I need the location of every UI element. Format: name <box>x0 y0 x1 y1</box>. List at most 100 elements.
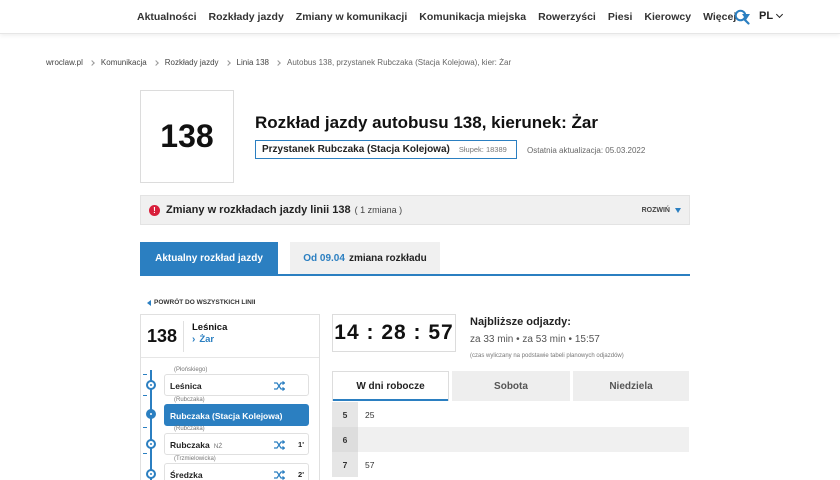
stop-name: Przystanek Rubczaka (Stacja Kolejowa) <box>262 144 450 155</box>
warning-icon: ! <box>149 204 160 216</box>
route-panel: 138 Leśnica › Żar (Płońskiego) Leśnica (R… <box>140 314 320 480</box>
nav-item-komunikacja-miejska[interactable]: Komunikacja miejska <box>419 11 526 23</box>
breadcrumb-item-home[interactable]: wroclaw.pl <box>46 58 83 67</box>
stop-dot <box>146 469 156 479</box>
route-stop-lesnica[interactable]: (Płońskiego) Leśnica <box>164 367 309 396</box>
back-to-all-lines-link[interactable]: POWRÓT DO WSZYSTKICH LINII <box>147 299 255 306</box>
stop-label: Średzka <box>170 470 203 480</box>
timetable-hour: 6 <box>332 427 358 452</box>
chevron-right-icon: › <box>192 334 196 345</box>
next-departures-title: Najbliższe odjazdy: <box>470 316 571 328</box>
triangle-left-icon <box>147 299 151 306</box>
stop-name: Rubczaka (Stacja Kolejowa) <box>170 411 283 421</box>
timetable: 5 25 6 7 57 <box>332 402 689 477</box>
divider <box>183 321 184 352</box>
timetable-hour: 7 <box>332 452 358 477</box>
route-origin: Leśnica <box>192 322 228 333</box>
tab-saturday[interactable]: Sobota <box>452 371 570 401</box>
route-destination-label: Żar <box>199 334 215 345</box>
nav-item-aktualnosci[interactable]: Aktualności <box>137 11 197 23</box>
stop-name: Rubczaka <box>170 440 210 450</box>
stop-name: Średzka <box>170 470 203 480</box>
page-title: Rozkład jazdy autobusu 138, kierunek: Ża… <box>255 113 598 132</box>
search-icon[interactable] <box>734 9 750 25</box>
shuffle-icon[interactable] <box>273 381 285 391</box>
schedule-tabs: Aktualny rozkład jazdy Od 09.04 zmiana r… <box>140 242 690 276</box>
breadcrumb: wroclaw.pl Komunikacja Rozkłady jazdy Li… <box>46 58 511 67</box>
stop-name: Leśnica <box>170 381 202 391</box>
language-selector[interactable]: PL <box>759 10 784 22</box>
stop-label: Rubczaka NŻ <box>170 440 222 450</box>
next-departures-note: (czas wyliczany na podstawie tabeli plan… <box>470 353 624 359</box>
timeline-tick <box>143 395 147 396</box>
stop-dot-active <box>146 409 156 419</box>
nav-item-rowerzysci[interactable]: Rowerzyści <box>538 11 596 23</box>
route-stop-rubczaka-stacja[interactable]: (Rubczaka) Rubczaka (Stacja Kolejowa) <box>164 397 309 426</box>
stop-dot <box>146 380 156 390</box>
table-row: 7 57 <box>332 452 689 477</box>
breadcrumb-item-linia[interactable]: Linia 138 <box>237 58 269 67</box>
stop-area: (Trzmielowicka) <box>172 456 218 462</box>
breadcrumb-item-komunikacja[interactable]: Komunikacja <box>101 58 147 67</box>
tab-current-schedule[interactable]: Aktualny rozkład jazdy <box>140 242 278 274</box>
chevron-right-icon <box>224 59 231 66</box>
stop-travel-time: 1' <box>298 440 304 449</box>
stop-area: (Płońskiego) <box>172 367 210 373</box>
expand-label: ROZWIŃ <box>641 207 670 214</box>
route-stop-rubczaka[interactable]: (Rubczaka) Rubczaka NŻ 1' <box>164 426 309 455</box>
nav-item-piesi[interactable]: Piesi <box>608 11 633 23</box>
route-destination[interactable]: › Żar <box>192 334 214 345</box>
table-row: 6 <box>332 427 689 452</box>
main-nav: Aktualności Rozkłady jazdy Zmiany w komu… <box>137 0 762 34</box>
nav-more-label: Więcej <box>703 11 737 23</box>
nav-item-kierowcy[interactable]: Kierowcy <box>644 11 691 23</box>
chevron-right-icon <box>89 59 95 66</box>
timetable-minutes: 57 <box>365 459 375 470</box>
tab-sunday[interactable]: Niedziela <box>573 371 689 401</box>
line-number-badge: 138 <box>140 90 234 183</box>
tab-next-schedule[interactable]: Od 09.04 zmiana rozkładu <box>290 242 440 274</box>
tab-weekdays[interactable]: W dni robocze <box>332 371 449 401</box>
language-label: PL <box>759 10 774 22</box>
top-navigation-bar: Aktualności Rozkłady jazdy Zmiany w komu… <box>0 0 840 34</box>
shuffle-icon[interactable] <box>273 470 285 480</box>
day-tabs: W dni robocze Sobota Niedziela <box>332 371 689 401</box>
chevron-right-icon <box>152 59 159 66</box>
timeline-tick <box>143 374 147 375</box>
stop-label: Leśnica <box>170 381 202 391</box>
route-stop-sredzka[interactable]: (Trzmielowicka) Średzka 2' <box>164 456 309 480</box>
stop-post-number: Słupek: 18389 <box>458 145 507 154</box>
nav-item-zmiany-w-komunikacji[interactable]: Zmiany w komunikacji <box>296 11 407 23</box>
breadcrumb-item-rozklady[interactable]: Rozkłady jazdy <box>165 58 219 67</box>
stop-dot <box>146 439 156 449</box>
stop-selector[interactable]: Przystanek Rubczaka (Stacja Kolejowa) Sł… <box>255 140 517 159</box>
stop-note: NŻ <box>213 443 223 450</box>
route-header: 138 Leśnica › Żar <box>141 315 319 358</box>
tab-next-label: zmiana rozkładu <box>348 252 427 264</box>
timeline-tick <box>143 427 147 428</box>
stop-area: (Rubczaka) <box>172 397 207 403</box>
breadcrumb-item-current: Autobus 138, przystanek Rubczaka (Stacja… <box>287 58 512 67</box>
nav-item-rozklady-jazdy[interactable]: Rozkłady jazdy <box>209 11 284 23</box>
timeline-tick <box>143 453 147 454</box>
chevron-down-icon <box>776 10 784 19</box>
stop-area: (Rubczaka) <box>172 426 207 432</box>
changes-title: Zmiany w rozkładach jazdy linii 138 <box>166 204 351 216</box>
changes-notice[interactable]: ! Zmiany w rozkładach jazdy linii 138 ( … <box>140 195 690 225</box>
timetable-minutes: 25 <box>365 409 375 420</box>
timetable-hour: 5 <box>332 402 358 427</box>
shuffle-icon[interactable] <box>273 440 285 450</box>
next-departures-times: za 33 min • za 53 min • 15:57 <box>470 334 600 345</box>
current-time-clock: 14 : 28 : 57 <box>332 314 456 352</box>
stop-label: Rubczaka (Stacja Kolejowa) <box>170 411 282 421</box>
last-update: Ostatnia aktualizacja: 05.03.2022 <box>527 146 646 155</box>
back-link-label: POWRÓT DO WSZYSTKICH LINII <box>154 299 256 306</box>
stop-travel-time: 2' <box>298 470 304 479</box>
chevron-right-icon <box>275 59 281 66</box>
expand-button[interactable]: ROZWIŃ <box>642 207 681 214</box>
route-line-number: 138 <box>147 326 178 346</box>
tab-next-date: Od 09.04 <box>303 252 345 264</box>
changes-count: ( 1 zmiana ) <box>354 205 403 215</box>
triangle-down-icon <box>675 208 681 213</box>
table-row: 5 25 <box>332 402 689 427</box>
